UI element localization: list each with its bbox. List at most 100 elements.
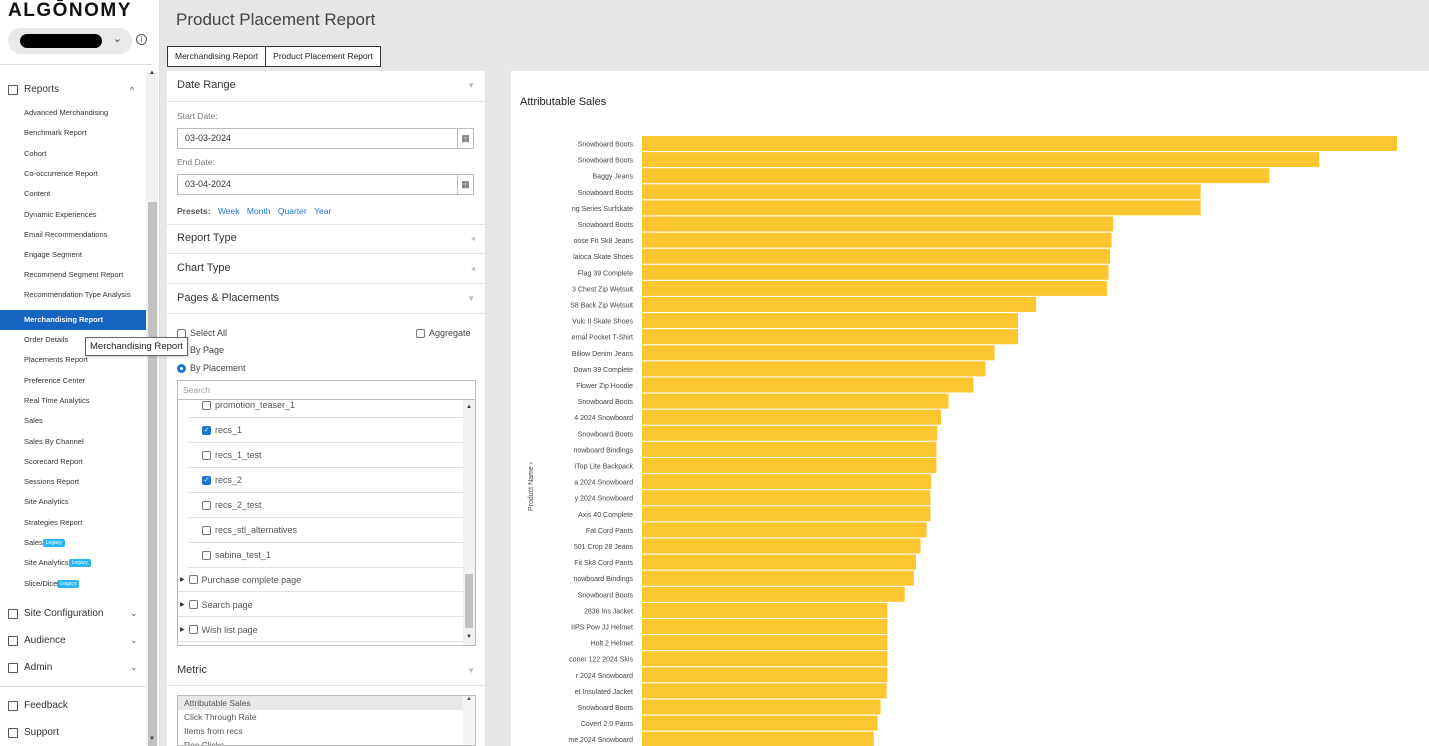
end-date-input[interactable]: 03-04-2024 ▦ [177,174,474,195]
aggregate-checkbox[interactable]: Aggregate [416,328,471,338]
sidebar-item[interactable]: Site Analytics Legacy [24,558,91,568]
bar[interactable] [642,313,1018,329]
bar[interactable] [642,329,1018,345]
sidebar-item[interactable]: Co-occurrence Report [24,169,98,178]
bar[interactable] [642,393,949,409]
bar[interactable] [642,699,881,715]
checkbox[interactable] [202,550,211,560]
sidebar-item[interactable]: Site Analytics [24,497,69,506]
metric-select-list[interactable]: ▲ Attributable Sales Click Through Rate It… [177,695,476,746]
calendar-icon[interactable]: ▦ [457,175,473,194]
chevron-down-icon[interactable]: ▼ [467,666,475,675]
bar[interactable] [642,377,974,393]
bar[interactable] [642,361,986,377]
bar[interactable] [642,232,1112,248]
bar[interactable] [642,715,878,731]
bar[interactable] [642,216,1114,232]
sidebar-item[interactable]: Scorecard Report [24,457,83,466]
metric-header[interactable]: Metric [177,664,207,676]
nav-audience[interactable]: Audience ⌄ [8,635,138,646]
metric-option[interactable]: Items from recs [178,724,475,738]
metric-option[interactable]: Attributable Sales [178,696,475,710]
preset-month[interactable]: Month [247,206,271,216]
page-group-item[interactable]: ▶ Purchase complete page [178,568,464,592]
bar[interactable] [642,651,888,667]
sidebar-item[interactable]: Cohort [24,149,47,158]
placement-item[interactable]: recs_1_test [188,443,464,468]
placement-search-input[interactable]: Search [177,380,476,400]
bar[interactable] [642,602,888,618]
expand-arrow-icon[interactable]: ▶ [180,601,185,608]
tab-merchandising-report[interactable]: Merchandising Report [167,46,267,67]
pages-placements-header[interactable]: Pages & Placements [177,292,279,304]
sidebar-item[interactable]: Sales Legacy [24,538,65,548]
sidebar-scrollbar[interactable]: ▲ ▼ [146,70,158,746]
chevron-left-icon[interactable]: ◂ [471,234,475,243]
scroll-up-arrow-icon[interactable]: ▲ [466,404,472,410]
nav-feedback[interactable]: Feedback [8,700,68,711]
bar[interactable] [642,554,917,570]
bar[interactable] [642,200,1201,216]
page-group-item[interactable]: ▶ Search page [178,593,464,617]
tab-product-placement-report[interactable]: Product Placement Report [266,46,381,67]
bar[interactable] [642,184,1201,200]
bar[interactable] [642,731,874,746]
metric-option[interactable]: Click Through Rate [178,710,475,724]
sidebar-item[interactable]: Sales [24,416,43,425]
bar[interactable] [642,152,1320,168]
checkbox[interactable] [202,450,211,460]
checkbox[interactable] [202,525,211,535]
placement-item[interactable]: sabina_test_1 [188,543,464,568]
bar[interactable] [642,586,905,602]
bar[interactable] [642,136,1397,151]
sidebar-item[interactable]: Email Recommendations [24,230,107,239]
checkbox-checked[interactable]: ✓ [202,425,211,435]
preset-year[interactable]: Year [314,206,331,216]
metric-option[interactable]: Rec Clicks [178,738,475,745]
list-scroll-thumb[interactable] [465,574,473,628]
bar[interactable] [642,635,888,651]
info-icon[interactable]: i [136,34,147,45]
scroll-down-arrow-icon[interactable]: ▼ [149,736,155,742]
bar[interactable] [642,667,888,683]
nav-site-configuration[interactable]: Site Configuration ⌄ [8,608,138,619]
sidebar-item[interactable]: Merchandising Report [0,309,146,330]
chart-type-header[interactable]: Chart Type [177,262,231,274]
sidebar-item[interactable]: Slice/Dice Legacy [24,579,80,588]
sidebar-scroll-thumb[interactable] [148,202,157,746]
bar[interactable] [642,168,1270,184]
placement-item[interactable]: ✓ recs_2 [188,468,464,493]
sidebar-item[interactable]: Real Time Analytics [24,396,89,405]
bar[interactable] [642,425,938,441]
bar[interactable] [642,619,888,634]
bar[interactable] [642,506,931,522]
chevron-down-icon[interactable]: ▼ [467,294,475,303]
bar[interactable] [642,570,914,586]
bar[interactable] [642,441,937,457]
date-range-header[interactable]: Date Range [177,79,236,91]
checkbox[interactable] [188,575,198,584]
sidebar-item[interactable]: Placements Report [24,355,88,364]
scroll-down-arrow-icon[interactable]: ▼ [466,634,472,640]
sidebar-item[interactable]: Content [24,189,50,198]
sidebar-item[interactable]: Sales By Channel [24,437,84,446]
sidebar-item[interactable]: Advanced Merchandising [24,108,108,117]
nav-admin[interactable]: Admin ⌄ [8,662,138,673]
bar[interactable] [642,280,1108,296]
expand-arrow-icon[interactable]: ▶ [180,626,185,633]
by-placement-radio[interactable]: By Placement [177,363,246,373]
sidebar-item[interactable]: Recommendation Type Analysis [24,290,136,299]
bar[interactable] [642,683,887,699]
scroll-up-arrow-icon[interactable]: ▲ [149,70,155,76]
sidebar-item[interactable]: Strategies Report [24,518,82,527]
sidebar-item[interactable]: Recommend Segment Report [24,270,123,279]
placement-item[interactable]: promotion_teaser_1 [188,400,464,418]
preset-quarter[interactable]: Quarter [278,206,307,216]
sidebar-item[interactable]: Dynamic Experiences [24,210,97,219]
chevron-left-icon[interactable]: ◂ [471,264,475,273]
chevron-down-icon[interactable]: ▼ [467,81,475,90]
bar[interactable] [642,297,1037,312]
report-type-header[interactable]: Report Type [177,232,237,244]
calendar-icon[interactable]: ▦ [457,129,473,148]
bar[interactable] [642,345,995,361]
